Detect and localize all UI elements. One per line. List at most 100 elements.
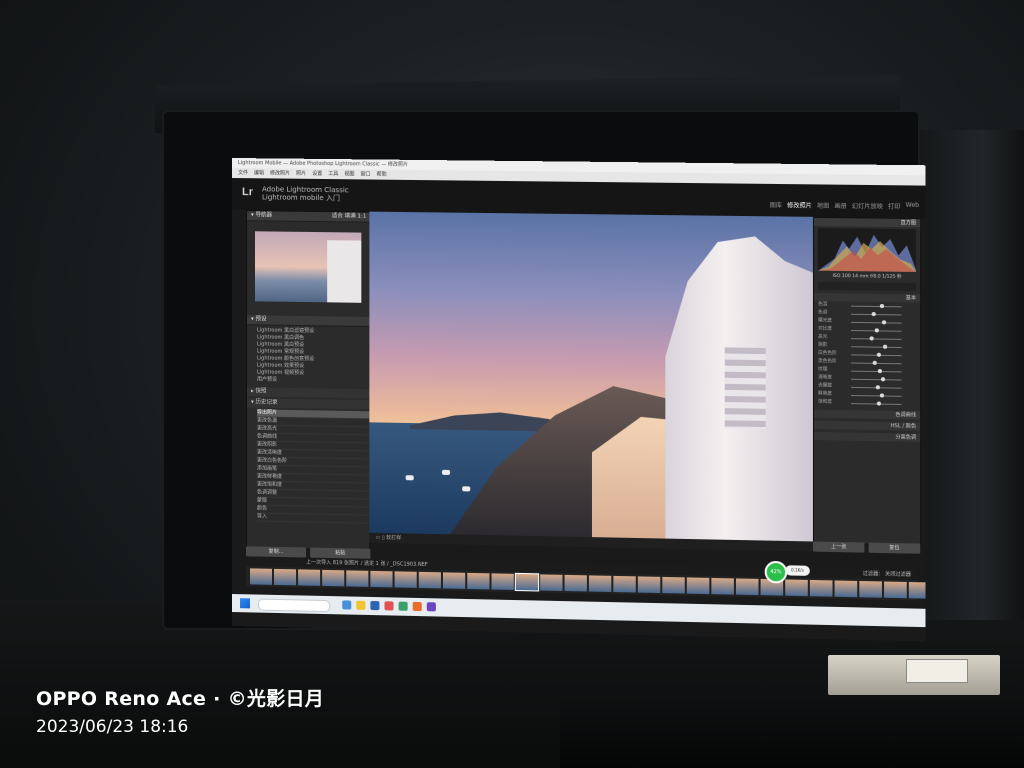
filmstrip-thumbnail[interactable] (298, 569, 321, 586)
slider-knob[interactable] (869, 336, 874, 341)
histogram-header[interactable]: 直方图 (813, 217, 921, 228)
basic-sliders: 色温 色调 曝光度 对比度 高光 阴影 白色色阶 黑色色阶 纹理 清晰度 去朦胧 鲜艳度 饱和度 (814, 301, 920, 408)
filmstrip-thumbnail[interactable] (884, 581, 907, 599)
filmstrip-thumbnail[interactable] (514, 572, 540, 592)
windows-start-icon[interactable] (239, 598, 250, 609)
slider-knob[interactable] (875, 385, 880, 390)
menu-item[interactable]: 窗口 (360, 169, 370, 179)
slider-track[interactable] (851, 338, 902, 340)
slider-track[interactable] (851, 305, 902, 308)
filmstrip-thumbnail[interactable] (418, 571, 441, 589)
slider-track[interactable] (851, 346, 902, 349)
menu-item[interactable]: 工具 (328, 169, 338, 179)
filmstrip-thumbnail[interactable] (249, 568, 273, 585)
module-book[interactable]: 画册 (834, 201, 846, 210)
filmstrip-thumbnail[interactable] (394, 571, 417, 588)
previous-button[interactable]: 上一张 (812, 541, 865, 553)
main-photo-canvas[interactable] (369, 211, 813, 542)
soft-proof-label[interactable]: 软打样 (386, 535, 401, 541)
module-print[interactable]: 打印 (888, 201, 900, 210)
filmstrip-thumbnail[interactable] (859, 580, 882, 598)
menu-item[interactable]: 帮助 (377, 170, 387, 180)
split-toning-header[interactable]: 分离色调 (813, 431, 921, 442)
filmstrip-thumbnail[interactable] (274, 568, 297, 586)
exif-readout: ISO 100 14 mm f/8.0 1/125 秒 (832, 273, 902, 280)
module-library[interactable]: 图库 (770, 200, 782, 209)
photo-stairs (724, 347, 766, 430)
filmstrip-source[interactable]: 上一次导入 819 张照片 / 选定 1 张 / _DSC1903.NEF (306, 560, 428, 569)
menu-item[interactable]: 视图 (344, 169, 354, 179)
slider-track[interactable] (851, 378, 902, 381)
network-badge[interactable]: 42% (764, 560, 788, 584)
slider-knob[interactable] (876, 401, 881, 406)
slider-knob[interactable] (881, 320, 887, 325)
lr-brand[interactable]: Adobe Lightroom Classic Lightroom mobile… (262, 185, 349, 202)
slider-knob[interactable] (883, 344, 888, 349)
menu-item[interactable]: 设置 (312, 169, 322, 179)
slider-knob[interactable] (879, 393, 885, 398)
app-icon[interactable] (412, 601, 422, 612)
filmstrip-thumbnail[interactable] (735, 578, 759, 596)
lightroom-icon[interactable] (370, 600, 380, 611)
menu-item[interactable]: 编辑 (254, 168, 264, 178)
background-object (920, 130, 1024, 620)
filmstrip-thumbnail[interactable] (370, 570, 393, 588)
filmstrip-thumbnail[interactable] (834, 580, 858, 598)
module-web[interactable]: Web (906, 202, 920, 211)
filmstrip-thumbnail[interactable] (540, 574, 563, 591)
app-icon[interactable] (426, 602, 436, 612)
module-slideshow[interactable]: 幻灯片放映 (852, 201, 883, 210)
slider-knob[interactable] (876, 352, 881, 357)
navigator-header[interactable]: ▾ 导航器 适合 填满 1:1 (246, 211, 370, 223)
filmstrip-thumbnail[interactable] (686, 577, 710, 595)
slider-track[interactable] (851, 394, 902, 397)
filmstrip-thumbnail[interactable] (564, 574, 587, 592)
slider-knob[interactable] (871, 312, 876, 317)
filmstrip-thumbnail[interactable] (491, 573, 514, 590)
filmstrip-thumbnail[interactable] (711, 577, 734, 595)
app-icon[interactable] (398, 601, 408, 611)
folder-icon[interactable] (356, 600, 366, 610)
filmstrip-thumbnail[interactable] (467, 572, 490, 590)
slider-knob[interactable] (874, 328, 879, 333)
box-label (906, 659, 968, 683)
navigator-preview[interactable] (254, 231, 362, 303)
slider-knob[interactable] (880, 377, 886, 382)
filmstrip-thumbnail[interactable] (613, 575, 636, 593)
filmstrip-thumbnail[interactable] (346, 570, 369, 587)
filmstrip-thumbnail[interactable] (442, 572, 466, 589)
preset-list: Lightroom 黑白滤镜预设 Lightroom 黑白调色 Lightroo… (247, 325, 369, 387)
slider-track[interactable] (851, 313, 902, 316)
tool-strip[interactable] (818, 281, 917, 292)
tone-curve-header[interactable]: 色调曲线 (813, 409, 921, 420)
app-icon[interactable] (342, 600, 352, 610)
hsl-header[interactable]: HSL / 颜色 (813, 420, 921, 431)
filmstrip-thumbnail[interactable] (588, 575, 612, 593)
module-develop[interactable]: 修改照片 (787, 200, 812, 209)
slider-track[interactable] (851, 321, 902, 324)
menu-item[interactable]: 照片 (296, 169, 306, 179)
menu-item[interactable]: 文件 (238, 168, 248, 178)
taskbar-search[interactable] (258, 598, 331, 613)
filmstrip-thumbnail[interactable] (637, 576, 661, 594)
right-panel-buttons: 上一张 复位 (812, 541, 921, 554)
slider-track[interactable] (851, 370, 902, 373)
slider-knob[interactable] (872, 360, 877, 365)
slider-label: 白色色阶 (818, 350, 837, 357)
slider-knob[interactable] (877, 369, 882, 374)
filmstrip-thumbnail[interactable] (908, 582, 926, 599)
menu-item[interactable]: 修改照片 (270, 168, 290, 178)
module-map[interactable]: 地图 (817, 201, 829, 210)
app-icon[interactable] (384, 601, 394, 611)
filmstrip-thumbnail[interactable] (809, 579, 833, 597)
history-step[interactable]: 导入 (257, 513, 370, 524)
preset-folder[interactable]: 用户预设 (257, 376, 369, 385)
view-mode-icon[interactable]: ▭ ▯ (375, 535, 386, 541)
filmstrip-thumbnail[interactable] (662, 576, 685, 594)
watermark-datetime: 2023/06/23 18:16 (36, 717, 189, 737)
slider-knob[interactable] (879, 303, 884, 309)
snapshots-header[interactable]: ▸ 快照 (246, 387, 370, 399)
filmstrip-thumbnail[interactable] (785, 579, 808, 597)
reset-button[interactable]: 复位 (868, 542, 921, 554)
filmstrip-thumbnail[interactable] (322, 569, 345, 587)
